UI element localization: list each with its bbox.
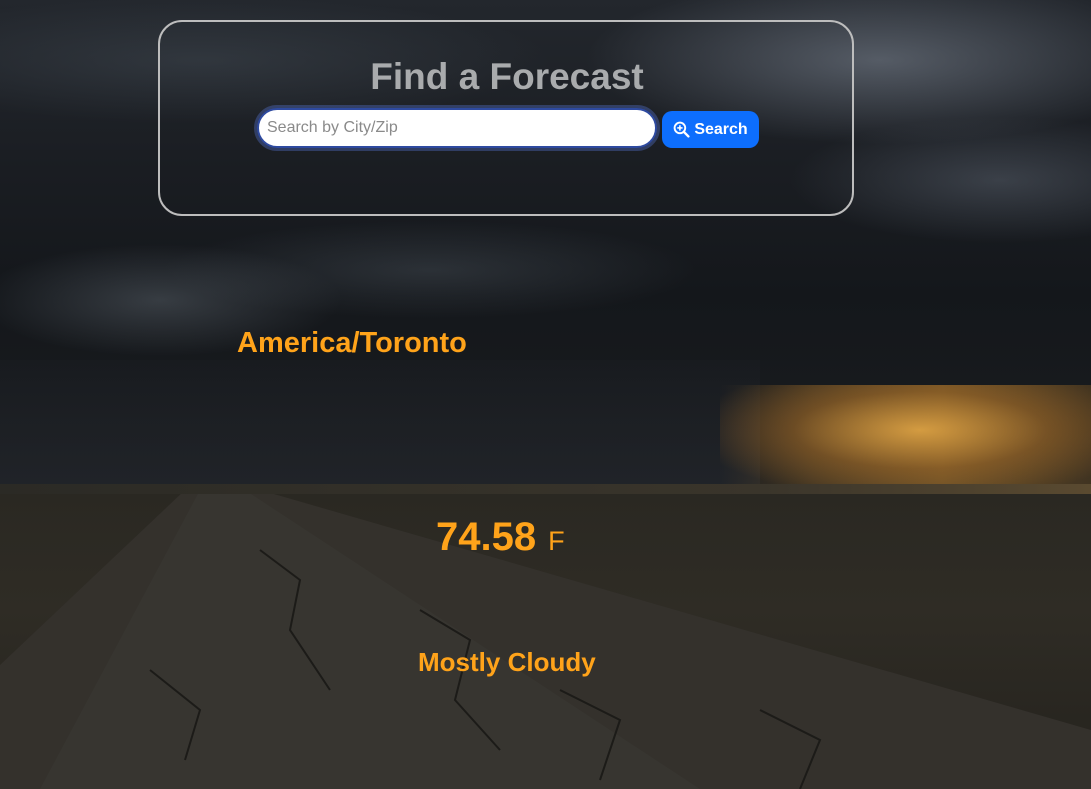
timezone-label: America/Toronto [237, 327, 467, 359]
search-button[interactable]: Search [662, 111, 759, 148]
sunset-glow [720, 385, 1091, 495]
temperature-value: 74.58 [436, 515, 537, 559]
page-title: Find a Forecast [370, 56, 644, 97]
temperature-unit: F [548, 526, 565, 556]
zoom-in-magnifier-icon [673, 121, 690, 138]
rain-curtain [0, 360, 760, 490]
temperature-readout: 74.58 F [436, 512, 565, 562]
horizon-line [0, 484, 1091, 494]
search-input[interactable] [254, 105, 660, 151]
search-button-label: Search [694, 120, 748, 138]
weather-condition: Mostly Cloudy [418, 647, 596, 677]
